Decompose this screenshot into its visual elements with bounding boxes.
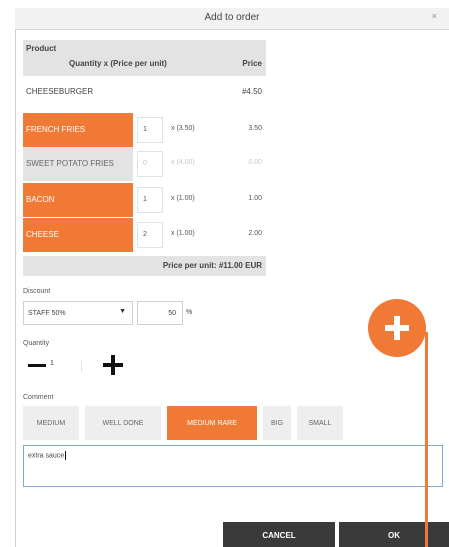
text-cursor xyxy=(65,451,67,460)
header-product: Product xyxy=(26,44,57,53)
option-toggle-cheese[interactable]: CHEESE xyxy=(23,218,133,252)
header-price: Price xyxy=(242,59,262,68)
close-icon[interactable]: × xyxy=(432,11,437,21)
option-price: 0.00 xyxy=(248,159,262,166)
option-row-sweet-potato-fries: SWEET POTATO FRIES 0 x (4.00) 0.00 xyxy=(23,147,266,181)
option-price: 2.00 xyxy=(248,230,262,237)
main-item-name: CHEESEBURGER xyxy=(26,87,94,96)
option-price: 3.50 xyxy=(248,125,262,132)
header-quantity: Quantity x (Price per unit) xyxy=(69,59,167,68)
chevron-down-icon: ▼ xyxy=(119,308,126,315)
option-toggle-french-fries[interactable]: FRENCH FRIES xyxy=(23,113,133,147)
option-row-cheese: CHEESE 2 x (1.00) 2.00 xyxy=(23,218,266,252)
option-toggle-sweet-potato-fries[interactable]: SWEET POTATO FRIES xyxy=(23,147,133,181)
option-row-french-fries: FRENCH FRIES 1 x (3.50) 3.50 xyxy=(23,113,266,147)
dialog-title: Add to order xyxy=(204,12,260,23)
option-unit-price: x (3.50) xyxy=(171,125,195,132)
option-toggle-bacon[interactable]: BACON xyxy=(23,183,133,217)
comment-preset-well-done[interactable]: WELL DONE xyxy=(85,406,161,440)
discount-percent-input[interactable]: 50 xyxy=(137,301,183,325)
dialog-titlebar: Add to order × xyxy=(15,8,449,30)
option-row-bacon: BACON 1 x (1.00) 1.00 xyxy=(23,183,266,217)
discount-label: Discount xyxy=(23,288,51,295)
table-header: Product Quantity x (Price per unit) Pric… xyxy=(23,40,266,76)
price-per-unit: Price per unit: #11.00 EUR xyxy=(23,256,266,276)
option-unit-price: x (4.00) xyxy=(171,159,195,166)
comment-text: extra sauce xyxy=(28,452,65,460)
comment-input[interactable]: extra sauce xyxy=(23,445,443,487)
percent-sign: % xyxy=(186,309,193,316)
option-unit-price: x (1.00) xyxy=(171,195,195,202)
option-qty-input[interactable]: 1 xyxy=(137,187,163,213)
main-item-price: #4.50 xyxy=(241,87,262,96)
ok-button[interactable]: OK xyxy=(339,522,449,547)
decrease-quantity-button[interactable] xyxy=(28,356,46,374)
cancel-button[interactable]: CANCEL xyxy=(223,522,335,547)
add-plus-icon xyxy=(368,299,426,357)
comment-preset-big[interactable]: BIG xyxy=(263,406,291,440)
quantity-label: Quantity xyxy=(23,340,50,347)
main-item-row: CHEESEBURGER #4.50 xyxy=(23,80,266,104)
comment-preset-medium[interactable]: MEDIUM xyxy=(23,406,79,440)
increase-quantity-button[interactable] xyxy=(103,355,123,375)
option-unit-price: x (1.00) xyxy=(171,230,195,237)
comment-preset-small[interactable]: SMALL xyxy=(297,406,343,440)
option-price: 1.00 xyxy=(248,195,262,202)
discount-selected-value: STAFF 50% xyxy=(28,310,66,317)
option-qty-input[interactable]: 1 xyxy=(137,117,163,143)
callout-line xyxy=(425,332,428,547)
discount-select[interactable]: STAFF 50% ▼ xyxy=(23,301,133,325)
comment-preset-medium-rare[interactable]: MEDIUM RARE xyxy=(167,406,257,440)
option-qty-input[interactable]: 0 xyxy=(137,151,163,177)
comment-label: Comment xyxy=(23,394,54,401)
option-qty-input[interactable]: 2 xyxy=(137,222,163,248)
quantity-value[interactable]: 1 xyxy=(50,360,82,372)
